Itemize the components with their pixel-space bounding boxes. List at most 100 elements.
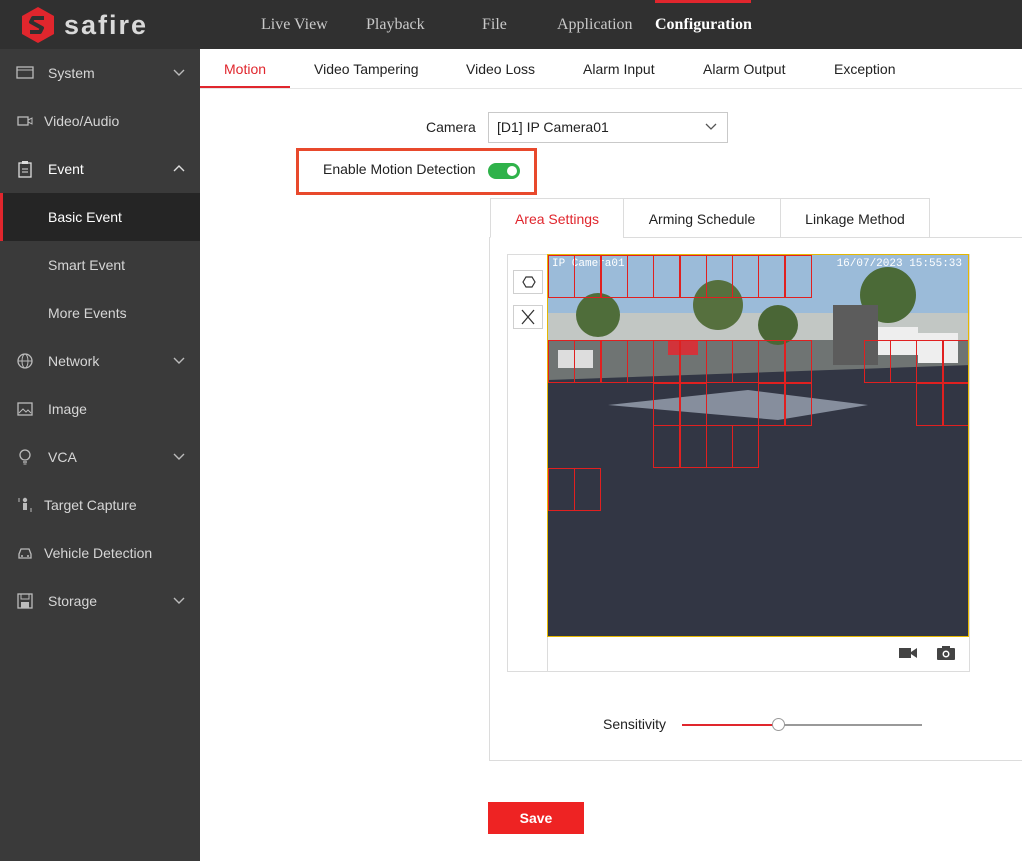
nav-configuration[interactable]: Configuration [655,0,752,49]
snapshot-icon[interactable] [936,645,956,661]
brand-name: safire [64,9,149,40]
video-camera-icon [17,116,33,126]
motion-grid-cell [548,340,575,383]
sidebar-item-image[interactable]: Image [0,385,200,433]
draw-area-button[interactable] [513,270,543,294]
sidebar-item-label: Basic Event [48,209,122,225]
chevron-down-icon [173,357,185,364]
record-icon[interactable] [898,645,918,661]
tab-area-settings[interactable]: Area Settings [490,198,624,238]
sensitivity-label: Sensitivity [603,716,667,732]
enable-motion-toggle[interactable] [488,163,520,179]
tab-exception[interactable]: Exception [834,49,895,89]
enable-motion-label: Enable Motion Detection [323,161,476,177]
clear-icon [521,309,535,325]
brand-logo: safire [20,6,148,44]
camera-label: Camera [426,119,476,135]
sidebar-item-vca[interactable]: VCA [0,433,200,481]
tab-video-tampering[interactable]: Video Tampering [314,49,419,89]
sidebar-item-storage[interactable]: Storage [0,577,200,625]
motion-grid-cell [916,382,944,426]
floppy-icon [17,593,33,609]
motion-grid-cell [548,467,575,511]
sidebar-item-system[interactable]: System [0,49,200,97]
monitor-icon [16,66,34,79]
sidebar: System Video/Audio Event Basic Event Sma… [0,49,200,861]
sensitivity-slider[interactable] [682,718,922,731]
nav-playback[interactable]: Playback [366,0,425,49]
draw-area-icon [522,276,536,288]
motion-grid-cell [574,467,602,511]
motion-grid-cell [626,255,654,298]
osd-timestamp: 16/07/2023 15:55:33 [836,258,962,270]
motion-grid-cell [916,340,944,383]
motion-grid-cell [679,425,707,468]
motion-grid-cell [784,255,812,298]
sidebar-item-label: Storage [48,593,98,609]
nav-file[interactable]: File [482,0,507,49]
top-bar: safire Live View Playback File Applicati… [0,0,1022,49]
motion-grid-cell [705,340,733,383]
sidebar-item-smart-event[interactable]: Smart Event [0,241,200,289]
event-subtabs: Motion Video Tampering Video Loss Alarm … [200,49,1022,89]
nav-application[interactable]: Application [557,0,633,49]
chevron-down-icon [173,69,185,76]
motion-grid-cell [574,340,602,383]
motion-grid-cell [784,340,812,383]
camera-select[interactable]: [D1] IP Camera01 [488,112,728,143]
sidebar-item-network[interactable]: Network [0,337,200,385]
sidebar-item-label: VCA [48,449,77,465]
sidebar-item-event[interactable]: Event [0,145,200,193]
motion-grid-cell [653,340,681,383]
motion-grid-cell [626,340,654,383]
sidebar-item-video-audio[interactable]: Video/Audio [0,97,200,145]
tab-video-loss[interactable]: Video Loss [466,49,535,89]
clear-area-button[interactable] [513,305,543,329]
sidebar-item-label: Smart Event [48,257,126,273]
tab-alarm-input[interactable]: Alarm Input [583,49,655,89]
motion-grid-cell [653,382,681,426]
motion-grid-cell [732,340,760,383]
globe-icon [17,353,33,369]
tab-linkage-method[interactable]: Linkage Method [780,198,930,238]
motion-grid-cell [942,340,968,383]
motion-grid-cell [600,255,628,298]
camera-select-value: [D1] IP Camera01 [497,119,609,135]
live-video-preview[interactable]: IP Camera01 16/07/2023 15:55:33 [547,254,969,637]
sidebar-item-label: System [48,65,95,81]
motion-grid-cell [732,255,760,298]
motion-grid-cell [548,255,575,298]
sidebar-item-more-events[interactable]: More Events [0,289,200,337]
tab-arming-schedule[interactable]: Arming Schedule [623,198,781,238]
motion-grid-cell [784,382,812,426]
sidebar-item-target-capture[interactable]: Target Capture [0,481,200,529]
clipboard-icon [18,161,32,178]
bulb-icon [19,449,31,465]
chevron-down-icon [173,597,185,604]
nav-active-indicator [655,0,751,3]
motion-grid-cell [679,340,707,383]
sidebar-item-label: Image [48,401,87,417]
tab-motion[interactable]: Motion [224,49,266,89]
chevron-down-icon [705,123,717,130]
motion-grid-cell [653,425,681,468]
chevron-up-icon [173,165,185,172]
slider-thumb[interactable] [772,718,785,731]
sidebar-item-basic-event[interactable]: Basic Event [0,193,200,241]
sidebar-item-vehicle-detection[interactable]: Vehicle Detection [0,529,200,577]
sidebar-item-label: Target Capture [44,497,137,513]
motion-grid-cell [889,340,917,383]
motion-grid-cell [574,255,602,298]
image-icon [17,402,33,416]
motion-grid-cell [600,340,628,383]
motion-grid-cell [863,340,891,383]
motion-grid-cell [758,255,786,298]
motion-grid-cell [758,382,786,426]
motion-grid-cell [705,425,733,468]
motion-grid-cell [942,382,968,426]
sidebar-item-label: Video/Audio [44,113,120,129]
app-root: safire Live View Playback File Applicati… [0,0,1022,861]
tab-alarm-output[interactable]: Alarm Output [703,49,785,89]
save-button[interactable]: Save [488,802,584,834]
nav-live-view[interactable]: Live View [261,0,328,49]
